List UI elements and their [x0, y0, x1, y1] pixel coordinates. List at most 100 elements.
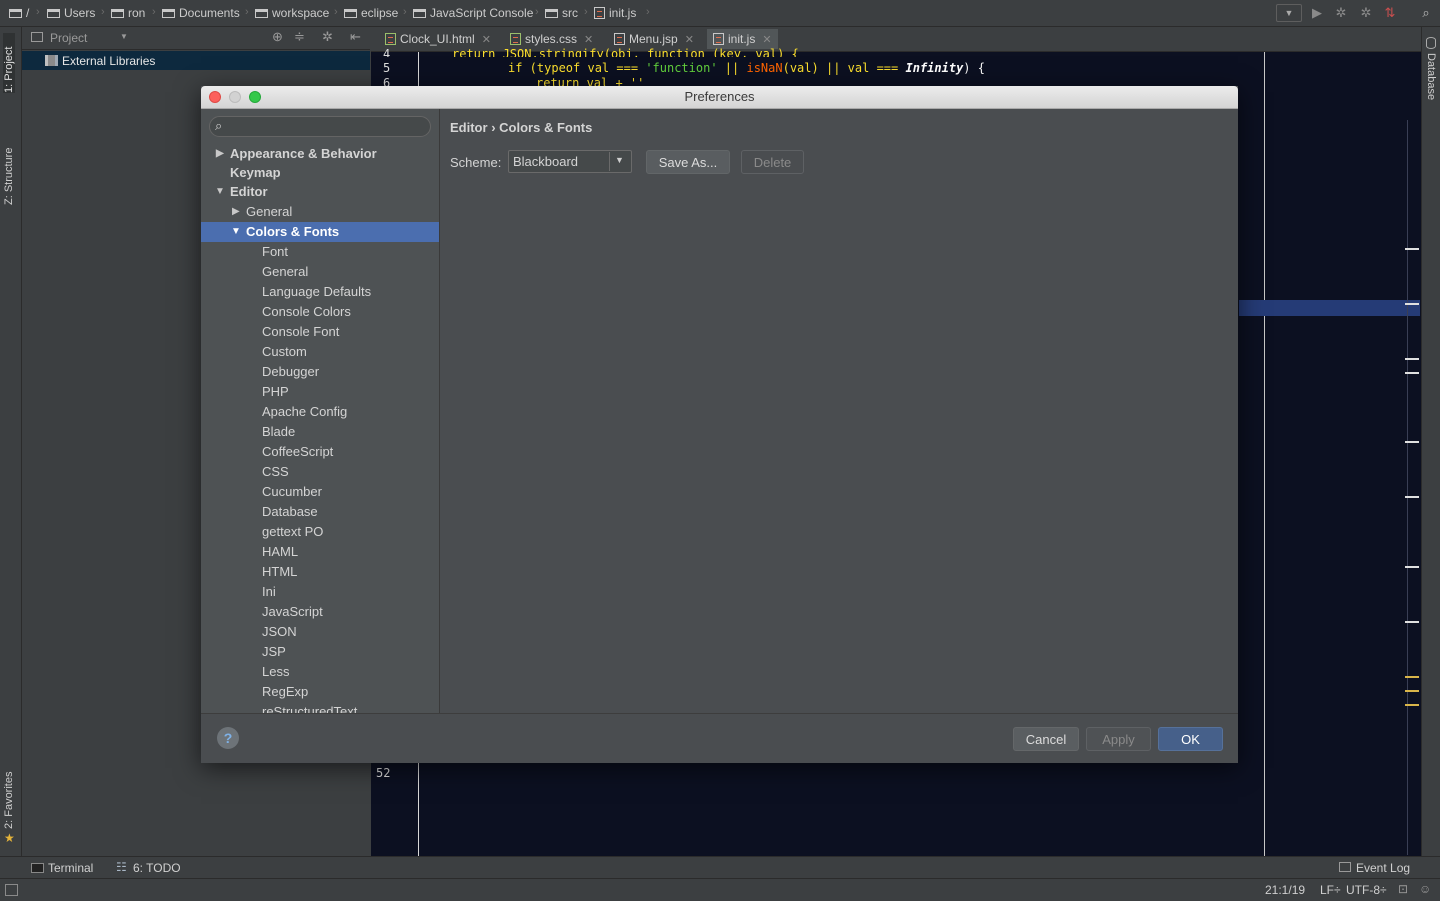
tree-item-restructuredtext[interactable]: reStructuredText	[201, 702, 439, 713]
tab-menu-jsp[interactable]: Menu.jsp ✕	[608, 29, 700, 49]
error-stripe-mark[interactable]	[1405, 372, 1419, 374]
tree-item-editor-general[interactable]: ▶ General	[201, 202, 439, 222]
warning-stripe-mark[interactable]	[1405, 704, 1419, 706]
tree-item-ini[interactable]: Ini	[201, 582, 439, 602]
tree-item-database[interactable]: Database	[201, 502, 439, 522]
database-tool-button[interactable]: Database	[1425, 53, 1437, 100]
error-stripe-mark[interactable]	[1405, 566, 1419, 568]
search-field[interactable]	[232, 118, 426, 137]
warning-stripe-mark[interactable]	[1405, 676, 1419, 678]
structure-tool-button[interactable]: Z: Structure	[3, 123, 15, 205]
warning-stripe-mark[interactable]	[1405, 690, 1419, 692]
ok-button[interactable]: OK	[1158, 727, 1223, 751]
crumb-users[interactable]: Users	[47, 5, 95, 21]
tree-item-gettext-po[interactable]: gettext PO	[201, 522, 439, 542]
tree-item-coffeescript[interactable]: CoffeeScript	[201, 442, 439, 462]
tree-item-json[interactable]: JSON	[201, 622, 439, 642]
tree-item-cucumber[interactable]: Cucumber	[201, 482, 439, 502]
close-icon[interactable]: ✕	[762, 33, 771, 46]
help-icon[interactable]: ?	[217, 727, 239, 749]
error-stripe-mark[interactable]	[1405, 303, 1419, 305]
crumb-javascript-console[interactable]: JavaScript Console	[413, 5, 533, 21]
tree-item-regexp[interactable]: RegExp	[201, 682, 439, 702]
tree-item-custom[interactable]: Custom	[201, 342, 439, 362]
error-stripe-mark[interactable]	[1405, 496, 1419, 498]
coverage-icon[interactable]: ✲	[1358, 5, 1374, 21]
tree-item-apache-config[interactable]: Apache Config	[201, 402, 439, 422]
tree-item-debugger[interactable]: Debugger	[201, 362, 439, 382]
save-as-button[interactable]: Save As...	[646, 150, 730, 174]
tree-item-haml[interactable]: HAML	[201, 542, 439, 562]
project-tool-button[interactable]: 1: Project	[3, 33, 15, 93]
tree-item-general[interactable]: General	[201, 262, 439, 282]
inspector-icon[interactable]: ☺	[1419, 882, 1431, 896]
tree-item-colors-fonts[interactable]: ▼ Colors & Fonts	[201, 222, 439, 242]
tree-item-editor[interactable]: ▼ Editor	[201, 182, 439, 202]
tree-item-console-font[interactable]: Console Font	[201, 322, 439, 342]
crumb-src[interactable]: src	[545, 5, 578, 21]
debug-icon[interactable]: ✲	[1333, 5, 1349, 21]
tree-item-less[interactable]: Less	[201, 662, 439, 682]
tab-styles-css[interactable]: styles.css ✕	[504, 29, 599, 49]
caret-position[interactable]: 21:1/19	[1265, 883, 1305, 897]
search-everywhere-icon[interactable]: ⌕	[1418, 5, 1434, 21]
scroll-from-source-icon[interactable]: ⊕	[272, 29, 283, 45]
lock-icon[interactable]: ⊡	[1398, 882, 1408, 896]
tree-item-php[interactable]: PHP	[201, 382, 439, 402]
tab-init-js[interactable]: init.js ✕	[707, 29, 778, 49]
tree-item-font[interactable]: Font	[201, 242, 439, 262]
settings-search-input[interactable]: ⌕	[209, 116, 431, 137]
close-icon[interactable]: ✕	[584, 33, 593, 46]
project-view-icon	[31, 32, 43, 42]
crumb-init-js[interactable]: init.js	[594, 5, 636, 21]
tree-item-javascript[interactable]: JavaScript	[201, 602, 439, 622]
favorites-tool-button[interactable]: 2: Favorites	[3, 755, 15, 829]
tree-item-html[interactable]: HTML	[201, 562, 439, 582]
tab-clock-ui-html[interactable]: Clock_UI.html ✕	[379, 29, 497, 49]
scheme-select[interactable]: Blackboard ▼	[508, 150, 632, 173]
tree-item-css[interactable]: CSS	[201, 462, 439, 482]
crumb-separator: ›	[245, 6, 249, 18]
crumb-ron[interactable]: ron	[111, 5, 145, 21]
crumb-root[interactable]: /	[9, 5, 29, 21]
crumb-separator: ›	[646, 6, 650, 18]
error-stripe-mark[interactable]	[1405, 248, 1419, 250]
terminal-tool-button[interactable]: Terminal	[48, 861, 93, 875]
error-stripe-mark[interactable]	[1405, 358, 1419, 360]
crumb-eclipse[interactable]: eclipse	[344, 5, 398, 21]
dialog-title-bar[interactable]: Preferences	[201, 86, 1238, 109]
project-view-selector[interactable]: Project	[50, 31, 87, 45]
tree-item-blade[interactable]: Blade	[201, 422, 439, 442]
run-icon[interactable]: ▶	[1309, 5, 1325, 21]
line-separator-selector[interactable]: LF÷	[1320, 883, 1341, 897]
todo-tool-button[interactable]: 6: TODO	[133, 861, 181, 875]
delete-button[interactable]: Delete	[741, 150, 804, 174]
apply-button[interactable]: Apply	[1086, 727, 1151, 751]
vcs-icon[interactable]: ⇅	[1382, 5, 1398, 21]
crumb-workspace[interactable]: workspace	[255, 5, 329, 21]
tree-item-keymap[interactable]: Keymap	[201, 163, 439, 183]
encoding-selector[interactable]: UTF-8÷	[1346, 883, 1387, 897]
chevron-right-icon: ▶	[232, 206, 240, 217]
folder-icon	[344, 8, 357, 18]
tree-item-language-defaults[interactable]: Language Defaults	[201, 282, 439, 302]
chevron-down-icon[interactable]: ▼	[120, 32, 128, 41]
tree-item-jsp[interactable]: JSP	[201, 642, 439, 662]
project-tree-item-external-libraries[interactable]: External Libraries	[22, 51, 370, 70]
crumb-separator: ›	[403, 6, 407, 18]
run-config-dropdown[interactable]: ▼	[1276, 4, 1302, 22]
tree-item-console-colors[interactable]: Console Colors	[201, 302, 439, 322]
close-icon[interactable]: ✕	[685, 33, 694, 46]
cancel-button[interactable]: Cancel	[1013, 727, 1079, 751]
editor-scrollbar[interactable]	[1407, 120, 1418, 855]
event-log-button[interactable]: Event Log	[1356, 861, 1410, 875]
hide-panel-icon[interactable]: ⇤	[350, 29, 361, 45]
toggle-tool-windows-icon[interactable]	[5, 884, 18, 896]
crumb-documents[interactable]: Documents	[162, 5, 240, 21]
error-stripe-mark[interactable]	[1405, 441, 1419, 443]
gear-icon[interactable]: ✲	[322, 29, 333, 45]
error-stripe-mark[interactable]	[1405, 621, 1419, 623]
collapse-all-icon[interactable]: ≑	[294, 29, 305, 45]
tree-item-appearance-behavior[interactable]: ▶ Appearance & Behavior	[201, 144, 439, 164]
close-icon[interactable]: ✕	[482, 33, 491, 46]
